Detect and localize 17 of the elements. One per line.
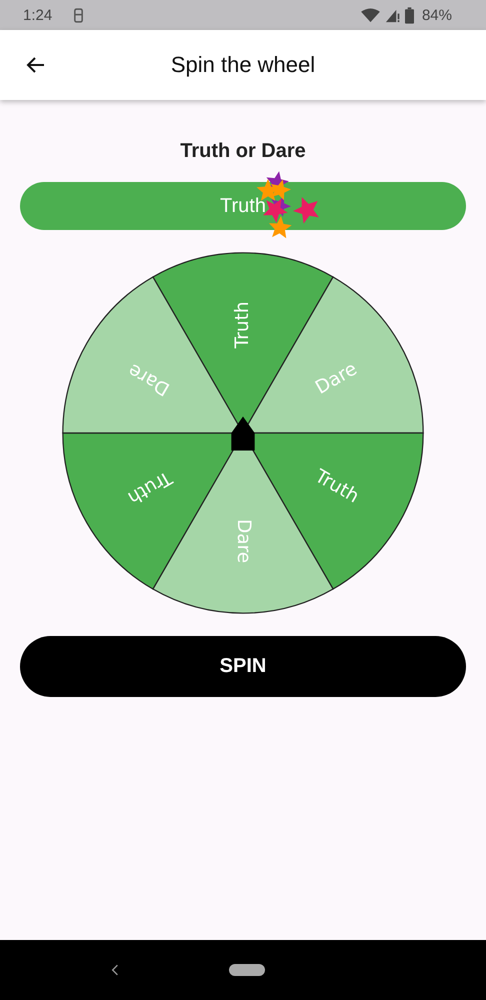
back-nav-icon[interactable]	[111, 964, 119, 976]
screen-title: Spin the wheel	[170, 52, 316, 78]
status-time: 1:24	[23, 6, 52, 24]
signal-icon	[384, 8, 400, 22]
segment-label: Dare	[232, 519, 254, 564]
segment-label: Truth	[232, 301, 254, 348]
home-pill[interactable]	[229, 964, 265, 976]
pointer-icon	[231, 416, 255, 433]
spin-button[interactable]: SPIN	[20, 636, 466, 697]
segment-label: Dare	[312, 358, 361, 399]
game-title: Truth or Dare	[180, 140, 306, 163]
battery-icon	[404, 6, 414, 24]
sim-icon	[73, 8, 84, 22]
result-bar: Truth	[20, 182, 466, 230]
segment-label: Truth	[124, 466, 176, 508]
battery-level: 84%	[422, 6, 452, 24]
wifi-icon	[360, 8, 380, 22]
